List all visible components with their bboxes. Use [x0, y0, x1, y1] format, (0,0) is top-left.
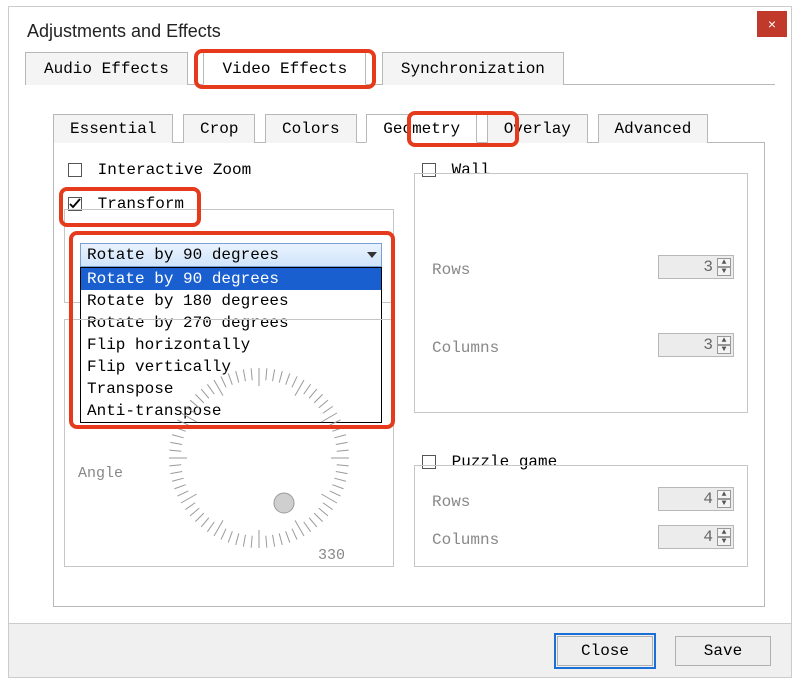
window-title: Adjustments and Effects [27, 21, 221, 42]
tab-colors-label: Colors [282, 120, 340, 138]
spinner-buttons: ▲ ▼ [717, 528, 731, 546]
save-button[interactable]: Save [675, 636, 771, 666]
geometry-panel: Interactive Zoom Transform Rotate by 90 … [53, 143, 765, 607]
save-button-label: Save [704, 642, 742, 660]
tab-synchronization[interactable]: Synchronization [382, 52, 564, 85]
spinner-down-icon[interactable]: ▼ [717, 537, 731, 546]
titlebar: Adjustments and Effects × [9, 7, 791, 53]
wall-cols-value: 3 [703, 336, 713, 354]
row-interactive-zoom: Interactive Zoom [68, 161, 251, 179]
transform-option[interactable]: Rotate by 90 degrees [81, 268, 381, 290]
angle-label: Angle [78, 465, 123, 482]
interactive-zoom-label: Interactive Zoom [98, 161, 252, 179]
puzzle-rows-value: 4 [703, 490, 713, 508]
wall-rows-label: Rows [432, 261, 470, 279]
bottom-bar: Close Save [9, 623, 791, 677]
window-close-button[interactable]: × [757, 11, 787, 37]
tab-geometry-label: Geometry [383, 120, 460, 138]
main-tabs: Audio Effects Video Effects Synchronizat… [25, 51, 775, 85]
puzzle-cols-spinner[interactable]: 4 ▲ ▼ [658, 525, 734, 549]
tab-audio-effects-label: Audio Effects [44, 60, 169, 78]
transform-combobox-value: Rotate by 90 degrees [87, 246, 279, 264]
transform-option[interactable]: Rotate by 180 degrees [81, 290, 381, 312]
tab-colors[interactable]: Colors [265, 114, 357, 143]
wall-groupbox [414, 173, 748, 413]
spinner-down-icon[interactable]: ▼ [717, 267, 731, 276]
tab-crop-label: Crop [200, 120, 238, 138]
wall-cols-spinner[interactable]: 3 ▲ ▼ [658, 333, 734, 357]
dial-icon [164, 363, 354, 553]
puzzle-cols-value: 4 [703, 528, 713, 546]
spinner-buttons: ▲ ▼ [717, 258, 731, 276]
spinner-down-icon[interactable]: ▼ [717, 499, 731, 508]
chevron-down-icon [367, 252, 377, 258]
close-button[interactable]: Close [557, 636, 653, 666]
tab-crop[interactable]: Crop [183, 114, 255, 143]
tab-overlay[interactable]: Overlay [487, 114, 588, 143]
wall-cols-label: Columns [432, 339, 499, 357]
interactive-zoom-checkbox[interactable] [68, 163, 82, 177]
effects-window: Adjustments and Effects × Audio Effects … [8, 6, 792, 678]
tab-video-effects-label: Video Effects [222, 60, 347, 78]
spinner-down-icon[interactable]: ▼ [717, 345, 731, 354]
puzzle-rows-label: Rows [432, 493, 470, 511]
puzzle-groupbox [414, 465, 748, 567]
spinner-buttons: ▲ ▼ [717, 336, 731, 354]
spinner-buttons: ▲ ▼ [717, 490, 731, 508]
tab-overlay-label: Overlay [504, 120, 571, 138]
tab-essential[interactable]: Essential [53, 114, 173, 143]
tab-advanced-label: Advanced [615, 120, 692, 138]
spinner-up-icon[interactable]: ▲ [717, 490, 731, 499]
tab-synchronization-label: Synchronization [401, 60, 545, 78]
spinner-up-icon[interactable]: ▲ [717, 336, 731, 345]
angle-dial[interactable] [164, 363, 354, 553]
puzzle-cols-label: Columns [432, 531, 499, 549]
close-icon: × [768, 16, 776, 32]
tab-essential-label: Essential [70, 120, 156, 138]
tab-advanced[interactable]: Advanced [598, 114, 709, 143]
spinner-up-icon[interactable]: ▲ [717, 528, 731, 537]
spinner-up-icon[interactable]: ▲ [717, 258, 731, 267]
sub-tabs: Essential Crop Colors Geometry Overlay A… [53, 113, 765, 143]
tab-geometry[interactable]: Geometry [366, 114, 477, 143]
wall-rows-spinner[interactable]: 3 ▲ ▼ [658, 255, 734, 279]
tab-video-effects[interactable]: Video Effects [203, 52, 366, 85]
angle-tick-label: 330 [318, 547, 345, 564]
wall-rows-value: 3 [703, 258, 713, 276]
transform-combobox[interactable]: Rotate by 90 degrees [80, 243, 382, 267]
close-button-label: Close [581, 642, 629, 660]
puzzle-rows-spinner[interactable]: 4 ▲ ▼ [658, 487, 734, 511]
tab-audio-effects[interactable]: Audio Effects [25, 52, 188, 85]
